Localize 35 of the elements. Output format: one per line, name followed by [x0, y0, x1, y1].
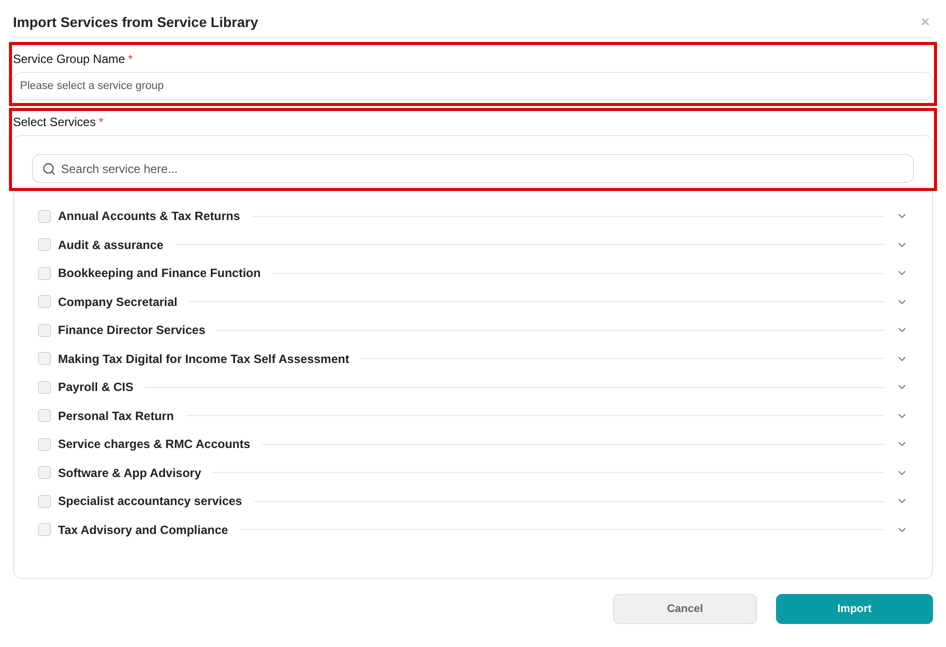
close-button[interactable]: × — [920, 14, 930, 30]
checkbox[interactable] — [38, 466, 51, 480]
service-group-field[interactable]: Please select a service group — [13, 72, 933, 100]
checkbox[interactable] — [38, 324, 51, 337]
checkbox[interactable] — [38, 380, 51, 394]
service-name: Audit & assurance — [58, 236, 164, 254]
service-name: Tax Advisory and Compliance — [58, 522, 228, 539]
service-name: Software & App Advisory — [58, 464, 202, 482]
checkbox[interactable] — [38, 494, 51, 508]
checkbox[interactable] — [38, 409, 51, 422]
service-name: Company Secretarial — [58, 294, 178, 311]
service-name: Making Tax Digital for Income Tax Self Assessment — [58, 350, 350, 368]
search-icon — [42, 162, 56, 176]
service-name: Payroll & CIS — [58, 379, 134, 396]
service-name: Annual Accounts & Tax Returns — [58, 208, 240, 226]
service-name: Personal Tax Return — [58, 408, 174, 425]
import-button[interactable]: Import — [776, 594, 933, 624]
checkbox[interactable] — [38, 352, 51, 366]
checkbox[interactable] — [38, 238, 51, 252]
required-mark: * — [98, 114, 104, 131]
checkbox[interactable] — [38, 523, 51, 536]
service-name: Specialist accountancy services — [58, 493, 242, 510]
required-mark: * — [128, 51, 133, 68]
search-field[interactable]: Search service here... — [32, 154, 914, 183]
checkbox[interactable] — [38, 295, 51, 308]
checkbox[interactable] — [38, 210, 51, 223]
field-label: Service Group Name — [13, 51, 126, 68]
service-name: Service charges & RMC Accounts — [58, 436, 250, 454]
cancel-button[interactable]: Cancel — [613, 594, 757, 624]
service-name: Bookkeeping and Finance Function — [58, 265, 261, 282]
checkbox[interactable] — [38, 266, 51, 280]
service-name: Finance Director Services — [58, 322, 206, 340]
dialog-title: Import Services from Service Library — [13, 13, 258, 32]
checkbox[interactable] — [38, 438, 51, 451]
field-label: Select Services — [13, 114, 96, 131]
